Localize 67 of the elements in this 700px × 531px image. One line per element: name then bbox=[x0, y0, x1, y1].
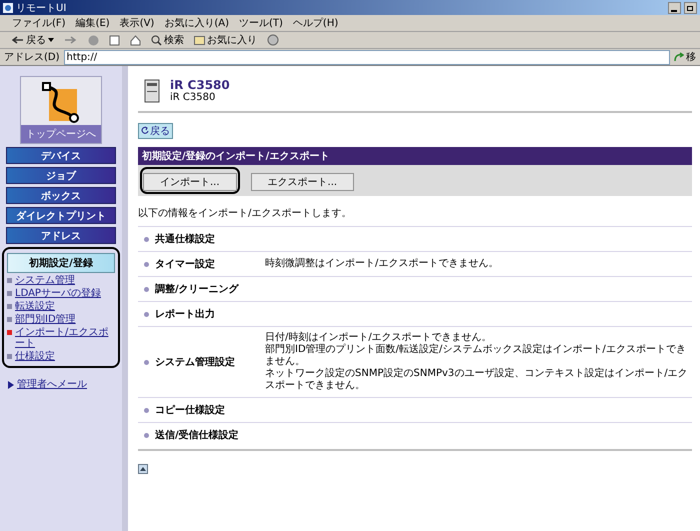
caret-icon bbox=[48, 38, 54, 42]
address-field[interactable]: http:// bbox=[64, 50, 670, 64]
sidebar-link[interactable]: 転送設定 bbox=[7, 301, 113, 312]
panel-title: 初期設定/登録のインポート/エクスポート bbox=[138, 147, 692, 165]
home-icon[interactable] bbox=[130, 34, 141, 46]
back-arrow-icon bbox=[12, 35, 24, 45]
nav-button[interactable]: デバイス bbox=[6, 147, 116, 164]
browser-icon bbox=[3, 2, 13, 12]
sidebar-link[interactable]: インポート/エクスポート bbox=[7, 327, 113, 349]
top-page-link[interactable]: トップページへ bbox=[21, 125, 101, 143]
setting-label: タイマー設定 bbox=[155, 257, 216, 271]
setting-label: 調整/クリーニング bbox=[155, 282, 240, 296]
menu-item[interactable]: 表示(V) bbox=[120, 16, 154, 30]
nav-button[interactable]: アドレス bbox=[6, 227, 116, 244]
menu-item[interactable]: ヘルプ(H) bbox=[292, 16, 338, 30]
minimize-icon[interactable] bbox=[668, 2, 681, 14]
search-button[interactable]: 検索 bbox=[151, 33, 184, 47]
search-icon bbox=[151, 34, 162, 46]
setting-label: 送信/受信仕様設定 bbox=[155, 428, 240, 442]
bullet-icon bbox=[144, 432, 149, 438]
setting-label: システム管理設定 bbox=[155, 355, 236, 369]
favorites-button[interactable]: お気に入り bbox=[194, 33, 257, 47]
bullet-icon bbox=[144, 286, 149, 292]
page-top-icon[interactable] bbox=[138, 464, 148, 474]
bullet-icon bbox=[144, 360, 149, 364]
restore-icon[interactable] bbox=[684, 2, 697, 14]
device-name: iR C3580 bbox=[170, 78, 230, 92]
curved-arrow-icon bbox=[674, 52, 684, 62]
section-title: 初期設定/登録 bbox=[7, 253, 115, 273]
sidebar-link[interactable]: LDAPサーバの登録 bbox=[7, 288, 113, 299]
printer-icon bbox=[144, 78, 160, 102]
refresh-icon[interactable] bbox=[109, 34, 120, 46]
triangle-icon bbox=[8, 381, 14, 389]
intro-text: 以下の情報をインポート/エクスポートします。 bbox=[138, 206, 352, 220]
action-button[interactable]: インポート... bbox=[143, 173, 237, 191]
address-label: アドレス(D) bbox=[4, 51, 60, 64]
menu-item[interactable]: ツール(T) bbox=[239, 16, 283, 30]
bullet-icon bbox=[144, 262, 149, 266]
go-button[interactable]: 移 bbox=[674, 50, 696, 64]
mail-link[interactable]: 管理者へメール bbox=[8, 379, 114, 390]
nav-button[interactable]: ジョブ bbox=[6, 167, 116, 184]
nav-button[interactable]: ダイレクトプリント bbox=[6, 207, 116, 224]
back-button[interactable]: 戻る bbox=[138, 123, 173, 139]
folder-icon bbox=[194, 35, 205, 45]
menu-item[interactable]: ファイル(F) bbox=[12, 16, 66, 30]
note-text: 日付/時刻はインポート/エクスポートできません。 bbox=[265, 332, 493, 344]
menu-item[interactable]: 編集(E) bbox=[76, 16, 110, 30]
model-name: iR C3580 bbox=[170, 92, 216, 103]
setting-label: コピー仕様設定 bbox=[155, 403, 226, 417]
note-text: ネットワーク設定のSNMP設定のSNMPv3のユーザ設定、コンテキスト設定はインポート/エクスポートできません。 bbox=[265, 368, 689, 392]
sidebar-link[interactable]: 仕様設定 bbox=[7, 351, 113, 362]
refresh-icon bbox=[141, 126, 149, 134]
nav-button[interactable]: ボックス bbox=[6, 187, 116, 204]
menu-item[interactable]: お気に入り(A) bbox=[164, 16, 229, 30]
history-icon[interactable] bbox=[267, 34, 279, 46]
note-text: 部門別ID管理のプリント面数/転送設定/システムボックス設定はインポート/エクスポートできません。 bbox=[265, 344, 687, 368]
bullet-icon bbox=[144, 312, 149, 316]
setting-label: 共通仕様設定 bbox=[155, 232, 216, 246]
note-text: 時刻微調整はインポート/エクスポートできません。 bbox=[265, 258, 498, 270]
sidebar-link[interactable]: 部門別ID管理 bbox=[7, 314, 113, 325]
setting-label: レポート出力 bbox=[155, 308, 216, 321]
bullet-icon bbox=[144, 236, 149, 242]
action-button[interactable]: エクスポート... bbox=[250, 173, 354, 191]
window-title: リモートUI bbox=[16, 2, 68, 14]
bullet-icon bbox=[144, 408, 149, 412]
back-button[interactable]: 戻る bbox=[12, 33, 54, 47]
sidebar-link[interactable]: システム管理 bbox=[7, 275, 113, 286]
